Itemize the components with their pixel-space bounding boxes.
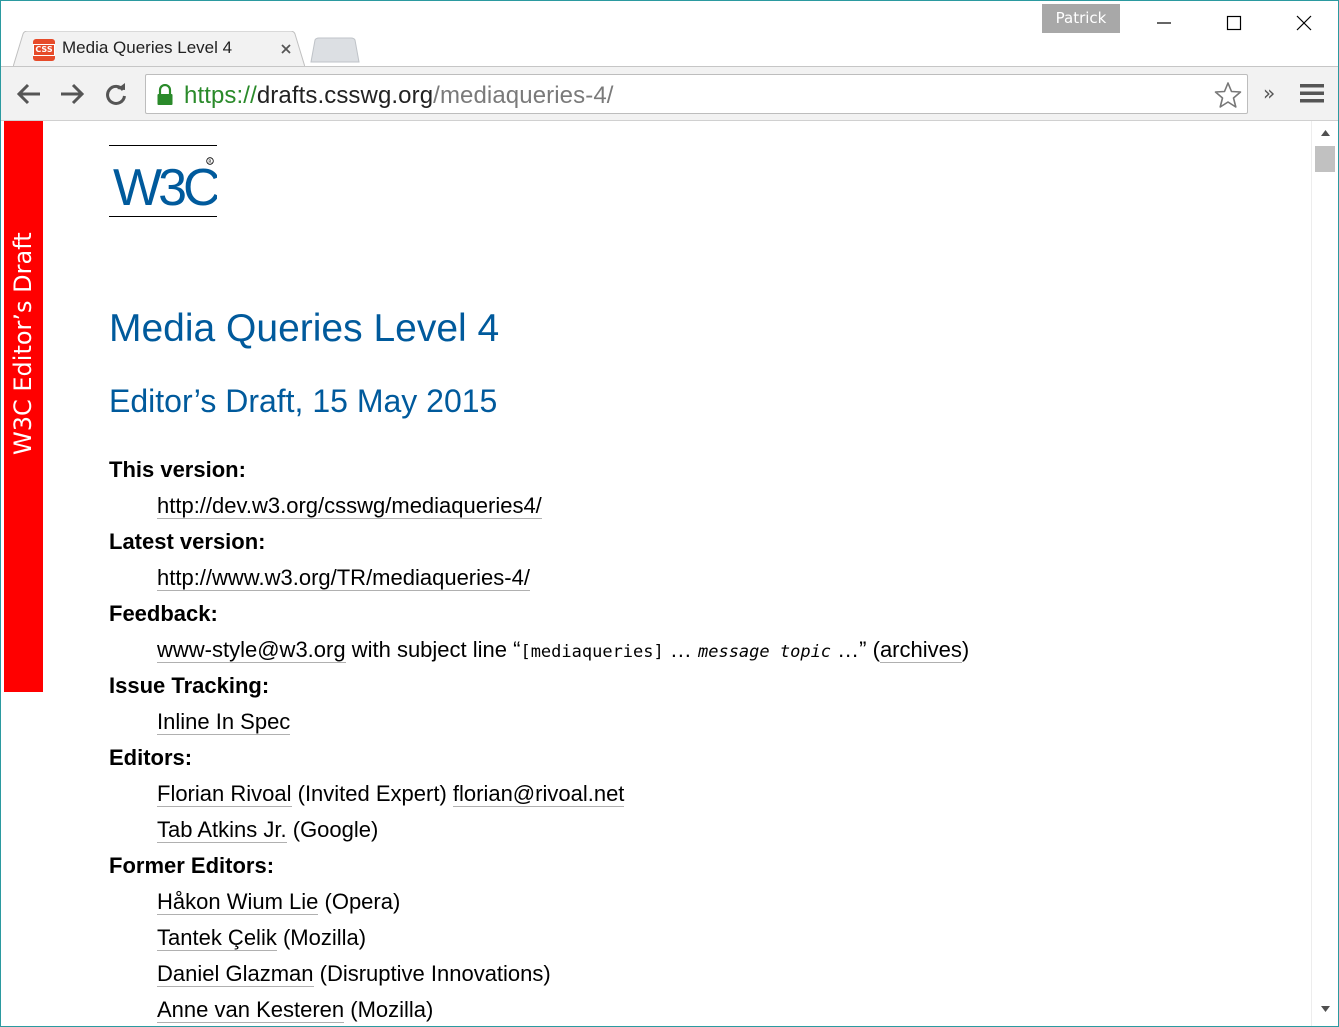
extensions-overflow-button[interactable]: »	[1263, 81, 1275, 105]
former-editor-affiliation: (Mozilla)	[276, 925, 367, 950]
scroll-thumb[interactable]	[1315, 146, 1335, 172]
feedback-email-link[interactable]: www-style@w3.org	[157, 637, 346, 663]
url-text: https://drafts.csswg.org/mediaqueries-4/	[184, 82, 614, 110]
editor-name-link[interactable]: Florian Rivoal	[157, 781, 292, 807]
feedback-text: with subject line “	[345, 637, 521, 662]
minimize-icon	[1157, 22, 1171, 24]
page-viewport: W3C Editor’s Draft W3C R Media Queries L…	[1, 121, 1311, 1026]
tab-title: Media Queries Level 4	[62, 38, 233, 57]
editor-item: Florian Rivoal (Invited Expert) florian@…	[157, 776, 969, 812]
maximize-button[interactable]	[1199, 1, 1269, 45]
editors-label: Editors:	[109, 745, 193, 770]
feedback-ellipsis: …	[663, 637, 698, 662]
browser-toolbar: https://drafts.csswg.org/mediaqueries-4/…	[1, 66, 1338, 121]
feedback-close-paren: )	[961, 637, 970, 662]
vertical-scrollbar[interactable]	[1311, 121, 1338, 1026]
feedback-end-text: …” (	[831, 637, 880, 662]
former-editor-item: Håkon Wium Lie (Opera)	[157, 884, 969, 920]
feedback-item: www-style@w3.org with subject line “[med…	[157, 632, 969, 668]
css-favicon-icon: CSS	[33, 39, 55, 61]
maximize-icon	[1226, 15, 1242, 31]
former-editor-name-link[interactable]: Håkon Wium Lie	[157, 889, 319, 915]
latest-version-item: http://www.w3.org/TR/mediaqueries-4/	[157, 560, 969, 596]
forward-button[interactable]	[57, 79, 87, 109]
close-window-button[interactable]	[1269, 1, 1338, 45]
issue-tracking-label: Issue Tracking:	[109, 673, 270, 698]
url-path: /mediaqueries-4/	[433, 82, 614, 109]
hamburger-menu-icon[interactable]	[1299, 81, 1325, 105]
tab-close-button[interactable]	[277, 40, 295, 58]
scroll-up-arrow-icon[interactable]	[1320, 129, 1331, 137]
minimize-button[interactable]	[1129, 1, 1199, 45]
this-version-label: This version:	[109, 457, 246, 482]
reload-button[interactable]	[101, 79, 131, 109]
editors-draft-banner[interactable]: W3C Editor’s Draft	[4, 121, 43, 692]
close-icon	[281, 44, 291, 54]
tab-media-queries[interactable]: CSS Media Queries Level 4	[13, 31, 305, 67]
title-bar: Patrick CSS Media Queries Level 4	[1, 1, 1338, 67]
editor-affiliation: (Google)	[286, 817, 379, 842]
feedback-topic: message topic	[697, 642, 832, 662]
address-bar[interactable]: https://drafts.csswg.org/mediaqueries-4/	[145, 74, 1248, 114]
w3c-logo-text: W3C	[113, 159, 217, 216]
editor-item: Tab Atkins Jr. (Google)	[157, 812, 969, 848]
url-host: drafts.csswg.org	[256, 82, 434, 109]
w3c-logo-link[interactable]: W3C R	[109, 145, 223, 217]
w3c-logo: W3C R	[113, 157, 223, 217]
feedback-label: Feedback:	[109, 601, 218, 626]
former-editor-item: Tantek Çelik (Mozilla)	[157, 920, 969, 956]
former-editors-label: Former Editors:	[109, 853, 275, 878]
former-editor-affiliation: (Opera)	[318, 889, 401, 914]
former-editor-name-link[interactable]: Anne van Kesteren	[157, 997, 345, 1023]
scroll-down-arrow-icon[interactable]	[1320, 1005, 1331, 1013]
arrow-right-icon	[61, 83, 85, 105]
spec-metadata: This version: http://dev.w3.org/csswg/me…	[109, 452, 969, 1026]
bookmark-star-icon[interactable]	[1214, 81, 1242, 109]
archives-link[interactable]: archives	[879, 637, 962, 663]
this-version-link[interactable]: http://dev.w3.org/csswg/mediaqueries4/	[157, 493, 542, 519]
profile-badge[interactable]: Patrick	[1042, 4, 1120, 33]
close-icon	[1296, 15, 1312, 31]
latest-version-link[interactable]: http://www.w3.org/TR/mediaqueries-4/	[157, 565, 530, 591]
editor-name-link[interactable]: Tab Atkins Jr.	[157, 817, 287, 843]
this-version-item: http://dev.w3.org/csswg/mediaqueries4/	[157, 488, 969, 524]
former-editor-affiliation: (Disruptive Innovations)	[313, 961, 551, 986]
lock-icon	[157, 84, 173, 105]
new-tab-button[interactable]	[309, 37, 361, 63]
latest-version-label: Latest version:	[109, 529, 266, 554]
former-editor-affiliation: (Mozilla)	[344, 997, 434, 1022]
feedback-subject-tag: [mediaqueries]	[520, 642, 664, 662]
former-editor-name-link[interactable]: Tantek Çelik	[157, 925, 277, 951]
editor-affiliation: (Invited Expert)	[291, 781, 453, 806]
svg-text:R: R	[208, 159, 211, 165]
reload-icon	[106, 83, 126, 105]
arrow-left-icon	[16, 83, 40, 105]
back-button[interactable]	[14, 79, 44, 109]
former-editor-item: Anne van Kesteren (Mozilla)	[157, 992, 969, 1026]
browser-window: Patrick CSS Media Queries Level 4 https:…	[0, 0, 1339, 1027]
page-title: Media Queries Level 4	[109, 307, 500, 350]
former-editor-name-link[interactable]: Daniel Glazman	[157, 961, 314, 987]
page-subtitle: Editor’s Draft, 15 May 2015	[109, 383, 498, 419]
former-editor-item: Daniel Glazman (Disruptive Innovations)	[157, 956, 969, 992]
banner-text: W3C Editor’s Draft	[9, 232, 37, 455]
editor-email-link[interactable]: florian@rivoal.net	[452, 781, 625, 807]
inline-in-spec-link[interactable]: Inline In Spec	[157, 709, 291, 735]
issue-tracking-item: Inline In Spec	[157, 704, 969, 740]
url-scheme: https://	[184, 82, 257, 109]
